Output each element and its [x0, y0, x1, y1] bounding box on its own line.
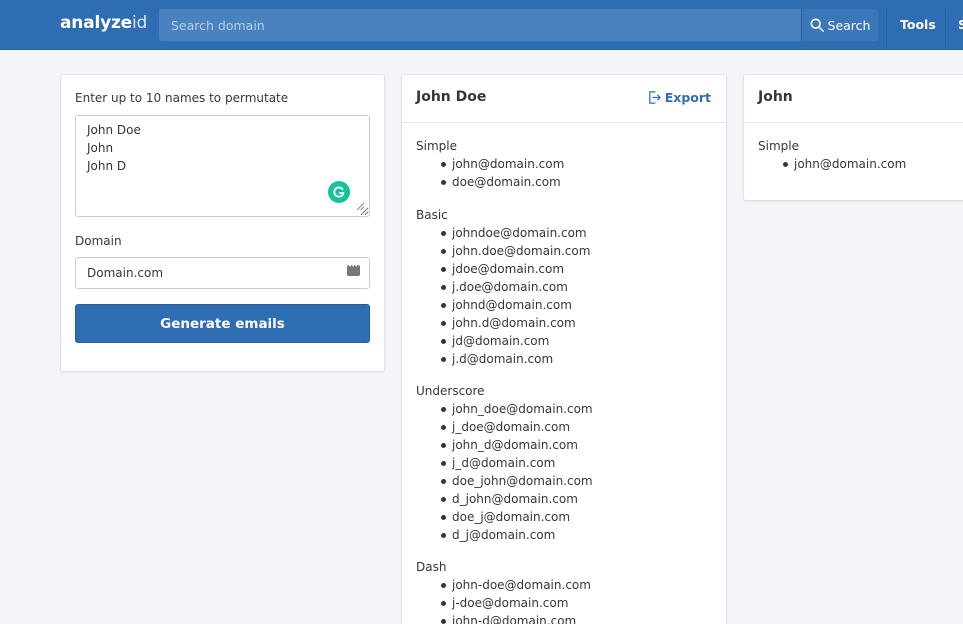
email-item: john_d@domain.com: [438, 436, 593, 454]
email-item: doe@domain.com: [438, 173, 564, 191]
group-title: Simple: [758, 139, 799, 153]
nav-item-tools[interactable]: Tools: [900, 17, 936, 32]
nav-item-truncated[interactable]: S: [958, 17, 963, 32]
email-item: johndoe@domain.com: [438, 224, 590, 242]
email-item: d_john@domain.com: [438, 490, 593, 508]
names-textarea[interactable]: John Doe John John D: [75, 115, 370, 217]
email-item: doe_j@domain.com: [438, 508, 593, 526]
email-item: john-doe@domain.com: [438, 576, 591, 594]
logo-text-thin: id: [131, 13, 148, 33]
email-list: john@domain.com: [780, 155, 906, 173]
email-item: j_d@domain.com: [438, 454, 593, 472]
email-item: john@domain.com: [780, 155, 906, 173]
email-list: johndoe@domain.com john.doe@domain.com jdo…: [438, 224, 590, 368]
result-card-title: John Doe: [416, 89, 487, 105]
export-button[interactable]: Export: [647, 90, 711, 105]
group-title: Underscore: [416, 384, 485, 398]
logo[interactable]: analyzeid: [60, 13, 147, 33]
result-card-header: John Doe Export: [402, 75, 726, 123]
permutation-group: Simple john@domain.com: [758, 137, 906, 173]
grammarly-icon[interactable]: [328, 181, 350, 203]
group-title: Dash: [416, 560, 447, 574]
group-title: Basic: [416, 208, 448, 222]
email-item: d_j@domain.com: [438, 526, 593, 544]
email-list: john@domain.com doe@domain.com: [438, 155, 564, 191]
email-item: john_doe@domain.com: [438, 400, 593, 418]
permutation-group: Basic johndoe@domain.com john.doe@domain.c…: [416, 206, 590, 368]
email-item: john@domain.com: [438, 155, 564, 173]
password-manager-icon[interactable]: [347, 262, 360, 276]
email-item: john.d@domain.com: [438, 314, 590, 332]
export-label: Export: [664, 90, 711, 105]
domain-label: Domain: [75, 234, 122, 248]
email-list: john-doe@domain.com j-doe@domain.com john-…: [438, 576, 591, 624]
top-navbar: analyzeid Search Tools S: [0, 0, 963, 50]
resize-grip-icon[interactable]: [355, 201, 365, 211]
search-input[interactable]: [159, 9, 801, 41]
export-icon: [648, 91, 661, 104]
email-item: john.doe@domain.com: [438, 242, 590, 260]
domain-input[interactable]: [75, 257, 370, 289]
email-item: john-d@domain.com: [438, 612, 591, 624]
logo-text-bold: analyze: [60, 13, 132, 33]
names-label: Enter up to 10 names to permutate: [75, 91, 289, 105]
permutation-group: Dash john-doe@domain.com j-doe@domain.com j…: [416, 558, 591, 624]
email-item: johnd@domain.com: [438, 296, 590, 314]
result-card-john-doe: John Doe Export Simple john@domain.com doe…: [401, 74, 727, 624]
group-title: Simple: [416, 139, 457, 153]
email-item: j-doe@domain.com: [438, 594, 591, 612]
permutation-group: Underscore john_doe@domain.com j_doe@domai…: [416, 382, 593, 544]
email-item: j.d@domain.com: [438, 350, 590, 368]
result-card-john: John Simple john@domain.com: [743, 74, 963, 201]
email-list: john_doe@domain.com j_doe@domain.com john_…: [438, 400, 593, 544]
email-item: doe_john@domain.com: [438, 472, 593, 490]
permutation-group: Simple john@domain.com doe@domain.com: [416, 137, 564, 191]
nav-divider: [886, 9, 887, 50]
permutator-form-card: Enter up to 10 names to permutate John D…: [60, 74, 385, 372]
search-icon: [810, 18, 824, 32]
search-button-label: Search: [827, 17, 871, 33]
search-button[interactable]: Search: [801, 9, 878, 41]
generate-emails-button[interactable]: Generate emails: [75, 304, 370, 343]
result-card-title: John: [758, 89, 793, 105]
result-card-header: John: [744, 75, 963, 123]
email-item: jd@domain.com: [438, 332, 590, 350]
email-item: jdoe@domain.com: [438, 260, 590, 278]
email-item: j_doe@domain.com: [438, 418, 593, 436]
nav-divider: [945, 9, 946, 50]
email-item: j.doe@domain.com: [438, 278, 590, 296]
search-bar: Search: [159, 9, 878, 41]
